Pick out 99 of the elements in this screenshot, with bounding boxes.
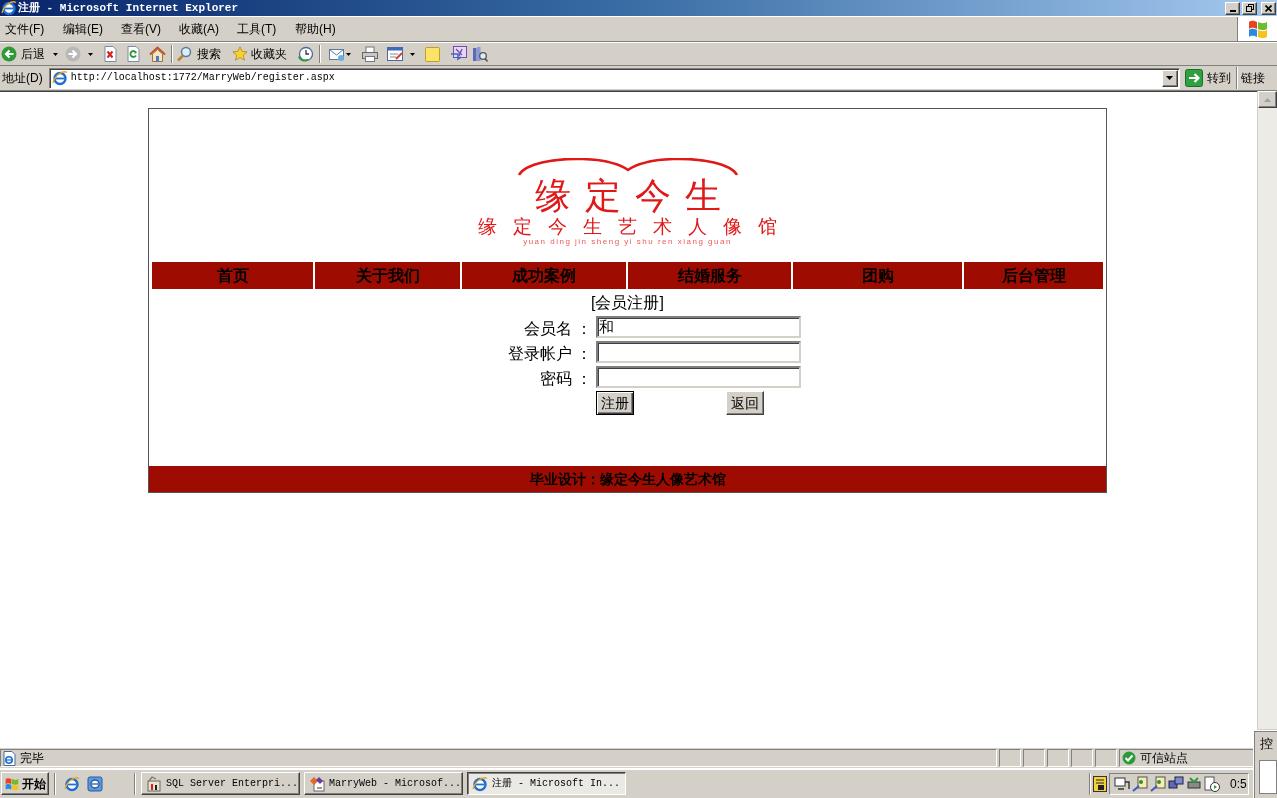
field-label: 会员名 ： (522, 318, 592, 339)
home-icon (149, 46, 166, 62)
sticky-note-icon (425, 46, 440, 62)
minimize-button[interactable] (1225, 1, 1240, 15)
status-pane (1047, 749, 1069, 767)
status-pane (1023, 749, 1045, 767)
chat-icon (450, 45, 467, 63)
mail-icon (329, 46, 345, 62)
close-icon (1265, 4, 1272, 12)
stop-icon (103, 46, 118, 62)
logo-pinyin: yuan ding jin sheng yi shu ren xiang guan (523, 237, 732, 247)
flag-icon (4, 776, 20, 791)
clock: 0:5 (1230, 777, 1247, 790)
links-button[interactable]: 链接 (1240, 72, 1265, 84)
form-heading: [会员注册] (591, 294, 664, 312)
quick-launch-button[interactable] (64, 775, 80, 792)
quick-launch-button[interactable] (87, 775, 103, 792)
logo-title: 缘定今生 (533, 176, 735, 216)
messenger-button[interactable] (450, 45, 467, 63)
research-button[interactable] (472, 45, 488, 63)
edit-button[interactable] (387, 46, 415, 62)
forward-arrow-icon (65, 46, 81, 62)
dropdown-button[interactable] (1161, 69, 1178, 87)
text-field[interactable] (596, 366, 801, 388)
address-field[interactable]: http://localhost:1772/MarryWeb/register.aspx (48, 67, 1180, 89)
back-button[interactable]: 后退 (1, 46, 45, 62)
print-button[interactable] (362, 46, 378, 62)
page-footer: 毕业设计：缘定今生人像艺术馆 (149, 466, 1106, 492)
menu-item[interactable]: 编辑(E) (58, 22, 116, 36)
stop-button[interactable] (103, 46, 118, 62)
go-button[interactable]: 转到 (1182, 69, 1233, 87)
search-icon (177, 46, 192, 62)
security-zone: 可信站点 (1140, 752, 1188, 764)
form-button[interactable]: 注册 (596, 391, 634, 415)
status-pane (1095, 749, 1117, 767)
caret-icon (346, 52, 351, 56)
heart-outline-icon (516, 158, 739, 176)
home-button[interactable] (149, 46, 166, 62)
taskbar-button[interactable]: SQL Server Enterpri... (141, 772, 300, 795)
history-button[interactable] (298, 46, 314, 62)
status-pane (1071, 749, 1093, 767)
edit-page-icon (387, 46, 404, 62)
caret-icon (53, 52, 58, 56)
url-text: http://localhost:1772/MarryWeb/register.aspx (70, 73, 335, 83)
mail-button[interactable] (329, 46, 351, 62)
menu-item[interactable]: 帮助(H) (290, 22, 348, 36)
flag-icon (1246, 19, 1269, 39)
start-button[interactable]: 开始 (1, 772, 49, 795)
document-icon (1093, 775, 1107, 792)
printer-icon (362, 46, 378, 62)
address-label: 地址(D) (2, 72, 43, 84)
logo-subtitle: 缘定今生艺术人像馆 (477, 216, 793, 237)
menu-item[interactable]: 查看(V) (116, 22, 174, 36)
field-label: 密码 ： (538, 368, 592, 389)
form-button[interactable]: 返回 (726, 391, 764, 415)
browser-icon (51, 70, 68, 86)
menu-item[interactable]: 工具(T) (232, 22, 290, 36)
history-icon (298, 46, 314, 62)
connection-icon (1132, 775, 1148, 792)
star-icon (232, 46, 248, 62)
computers-icon (1168, 775, 1184, 792)
menu-item[interactable]: 收藏(A) (174, 22, 232, 36)
project-icon (309, 775, 325, 792)
caret-icon (1166, 76, 1174, 80)
minimize-icon (1229, 9, 1236, 12)
refresh-icon (126, 46, 141, 62)
back-arrow-icon (1, 46, 17, 62)
connection-icon (1150, 775, 1166, 792)
status-text: 完毕 (20, 752, 44, 764)
taskbar-button[interactable]: MarryWeb - Microsof... (304, 772, 463, 795)
text-field[interactable] (596, 341, 801, 363)
close-button[interactable] (1261, 1, 1276, 15)
search-button[interactable]: 搜索 (177, 46, 221, 62)
favorites-button[interactable]: 收藏夹 (232, 46, 287, 62)
refresh-button[interactable] (126, 46, 141, 62)
network-card-icon (1186, 775, 1202, 792)
check-icon (1122, 751, 1136, 765)
go-arrow-icon (1184, 69, 1203, 87)
monitor-icon (1114, 775, 1130, 792)
browser-icon (472, 775, 488, 792)
browser-icon (64, 775, 80, 792)
window-title: 注册 - Microsoft Internet Explorer (18, 2, 239, 14)
books-icon (472, 45, 488, 63)
page-icon (2, 750, 17, 766)
text-field[interactable]: 和 (596, 316, 801, 338)
menu-item[interactable]: 文件(F) (0, 22, 58, 36)
scroll-up-button[interactable] (1258, 91, 1277, 108)
caret-icon (88, 52, 93, 56)
window-title: 控 (1260, 737, 1274, 750)
player-icon (1204, 775, 1220, 792)
up-arrow-icon (1264, 97, 1271, 102)
restore-icon (1245, 4, 1254, 12)
restore-button[interactable] (1242, 1, 1257, 15)
field-label: 登录帐户 ： (506, 343, 592, 364)
taskbar-button[interactable]: 注册 - Microsoft In... (467, 772, 626, 795)
toolbox-icon (146, 775, 162, 792)
browser-page-icon (87, 775, 103, 792)
status-pane (999, 749, 1021, 767)
caret-icon (410, 52, 415, 56)
